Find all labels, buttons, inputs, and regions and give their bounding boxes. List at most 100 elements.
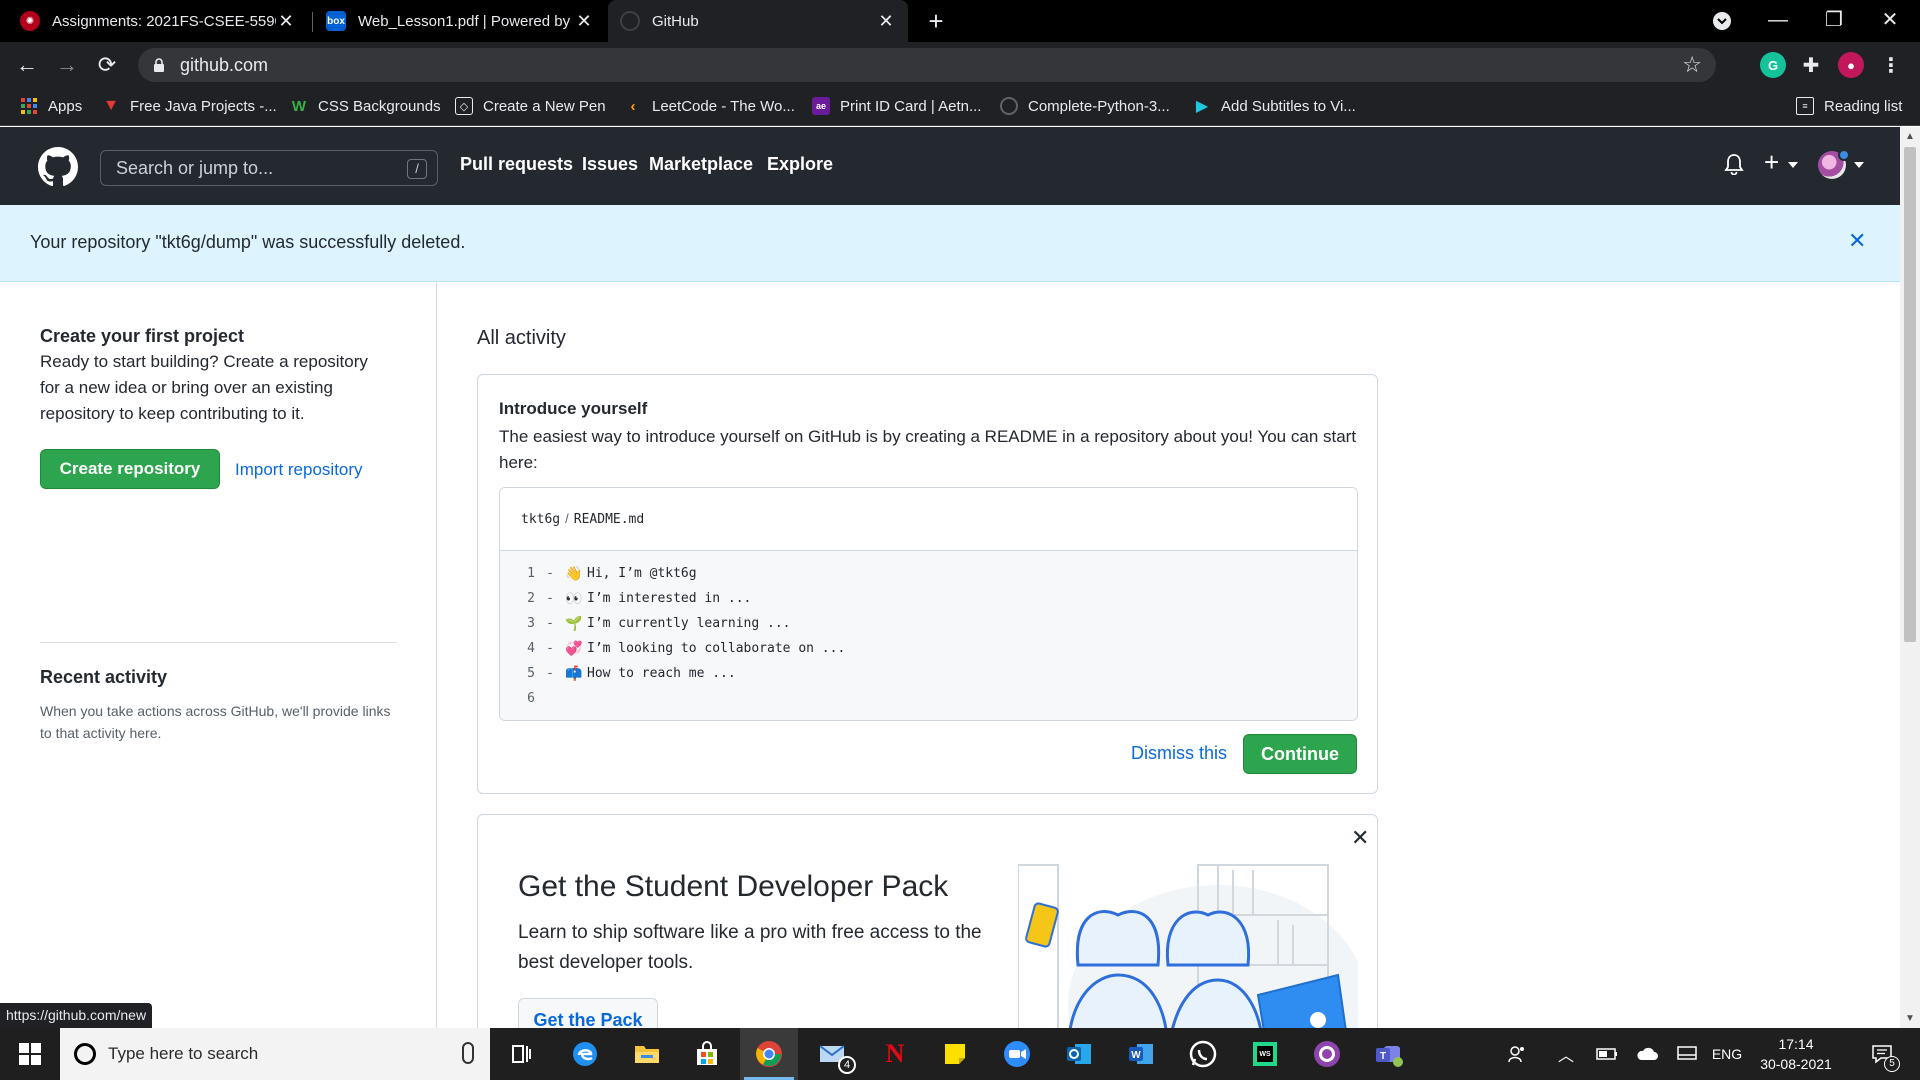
get-the-pack-button[interactable]: Get the Pack: [518, 998, 658, 1028]
readme-line: 5- 📫 How to reach me ...: [527, 665, 736, 682]
reload-icon[interactable]: ⟳: [92, 50, 122, 80]
word-icon[interactable]: W: [1112, 1028, 1170, 1080]
netflix-icon[interactable]: N: [866, 1028, 924, 1080]
readme-line: 4- 💞 I’m looking to collaborate on ...: [527, 640, 846, 657]
close-tab-icon[interactable]: ✕: [574, 11, 594, 32]
mail-icon[interactable]: 4: [804, 1028, 862, 1080]
github-search-input[interactable]: [101, 151, 437, 185]
task-view-icon[interactable]: [492, 1028, 550, 1080]
continue-button[interactable]: Continue: [1243, 734, 1357, 774]
nav-pull-requests[interactable]: Pull requests: [460, 154, 573, 175]
scroll-down-arrow-icon[interactable]: ▼: [1900, 1013, 1920, 1024]
flash-banner: Your repository "tkt6g/dump" was success…: [0, 205, 1900, 282]
student-pack-title: Get the Student Developer Pack: [518, 870, 949, 903]
teams-icon[interactable]: T: [1360, 1028, 1418, 1080]
profile-avatar-icon[interactable]: ●: [1838, 52, 1864, 78]
notification-center-icon[interactable]: 5: [1862, 1028, 1902, 1080]
feed-title: All activity: [477, 327, 566, 349]
edge-icon[interactable]: [556, 1028, 614, 1080]
microphone-icon[interactable]: [462, 1042, 474, 1064]
introduce-yourself-text: The easiest way to introduce yourself on…: [499, 427, 1357, 472]
network-display-icon[interactable]: [1672, 1028, 1702, 1080]
create-repository-button[interactable]: Create repository: [40, 449, 220, 489]
file-explorer-icon[interactable]: [618, 1028, 676, 1080]
introduce-yourself-card: Introduce yourself The easiest way to in…: [477, 374, 1378, 794]
readme-preview: tkt6g / README.md 1- 👋 Hi, I’m @tkt6g 2- 👀 I’m…: [499, 487, 1358, 721]
chrome-taskbar-icon[interactable]: [740, 1028, 798, 1080]
restore-icon[interactable]: ❐: [1806, 0, 1862, 42]
bookmark-apps[interactable]: Apps: [20, 88, 82, 124]
github-desktop-icon[interactable]: [1298, 1028, 1356, 1080]
bookmark-leetcode[interactable]: ‹ LeetCode - The Wo...: [624, 88, 795, 124]
taskbar-search[interactable]: [60, 1028, 490, 1080]
hearts-emoji-icon: 💞: [565, 640, 583, 657]
language-indicator[interactable]: ENG: [1708, 1028, 1746, 1080]
reading-list-button[interactable]: ≡ Reading list: [1796, 88, 1902, 124]
chrome-menu-icon[interactable]: ⋮: [1878, 52, 1904, 78]
people-icon[interactable]: [1502, 1028, 1532, 1080]
onedrive-cloud-icon[interactable]: [1632, 1028, 1662, 1080]
readme-repo-owner[interactable]: tkt6g: [521, 512, 560, 527]
bookmark-complete-python[interactable]: Complete-Python-3...: [1000, 88, 1170, 124]
create-dropdown-caret-icon[interactable]: [1788, 162, 1798, 168]
create-new-plus-icon[interactable]: +: [1764, 147, 1779, 178]
close-tab-icon[interactable]: ✕: [276, 11, 296, 32]
nav-issues[interactable]: Issues: [582, 154, 638, 175]
scrollbar-thumb[interactable]: [1904, 147, 1916, 642]
github-search[interactable]: /: [100, 150, 438, 186]
windows-start-icon[interactable]: [0, 1028, 60, 1080]
cortana-circle-icon: [74, 1043, 96, 1065]
back-icon[interactable]: ←: [12, 50, 42, 80]
bookmark-free-java-projects[interactable]: ▼ Free Java Projects -...: [102, 88, 277, 124]
lock-icon: [154, 58, 164, 72]
page-scrollbar[interactable]: ▲ ▼: [1900, 127, 1920, 1028]
eyes-emoji-icon: 👀: [565, 590, 583, 607]
scroll-up-arrow-icon[interactable]: ▲: [1900, 131, 1920, 142]
tab-assignments[interactable]: ✺ Assignments: 2021FS-CSEE-5590 ✕: [8, 0, 308, 42]
dismiss-this-link[interactable]: Dismiss this: [1131, 743, 1227, 764]
reading-list-icon: ≡: [1796, 97, 1814, 115]
tray-chevron-up-icon[interactable]: ︿: [1552, 1028, 1580, 1080]
close-tab-icon[interactable]: ✕: [876, 11, 896, 32]
whatsapp-icon[interactable]: [1174, 1028, 1232, 1080]
wave-emoji-icon: 👋: [565, 565, 583, 582]
taskbar-clock[interactable]: 17:14 30-08-2021: [1748, 1034, 1844, 1074]
forward-icon[interactable]: →: [52, 50, 82, 80]
grammarly-icon[interactable]: G: [1760, 52, 1786, 78]
introduce-yourself-title: Introduce yourself: [499, 399, 648, 418]
minimize-icon[interactable]: —: [1750, 0, 1806, 42]
bookmark-codepen[interactable]: ◇ Create a New Pen: [455, 88, 606, 124]
create-project-heading: Create your first project: [40, 326, 245, 346]
bookmark-star-icon[interactable]: ☆: [1682, 52, 1702, 78]
tab-github[interactable]: GitHub ✕: [608, 0, 908, 42]
nav-explore[interactable]: Explore: [767, 154, 833, 175]
taskbar-search-input[interactable]: [108, 1044, 438, 1064]
microsoft-store-icon[interactable]: [678, 1028, 736, 1080]
sticky-notes-icon[interactable]: [926, 1028, 984, 1080]
nav-marketplace[interactable]: Marketplace: [649, 154, 753, 175]
github-logo-icon[interactable]: [38, 147, 78, 187]
tab-web-lesson[interactable]: box Web_Lesson1.pdf | Powered by B ✕: [314, 0, 606, 42]
recent-activity-text: When you take actions across GitHub, we'…: [40, 703, 391, 741]
close-window-icon[interactable]: ✕: [1862, 0, 1918, 42]
search-shortcut-key: /: [407, 159, 427, 179]
github-favicon: [620, 11, 640, 31]
address-bar[interactable]: github.com ☆: [138, 48, 1716, 82]
sidebar-divider: [40, 642, 397, 643]
bookmark-css-backgrounds[interactable]: W CSS Backgrounds: [290, 88, 441, 124]
avatar-dropdown-caret-icon[interactable]: [1854, 162, 1864, 168]
zoom-icon[interactable]: [988, 1028, 1046, 1080]
extensions-puzzle-icon[interactable]: ✚: [1798, 52, 1824, 78]
bookmark-add-subtitles[interactable]: ▶ Add Subtitles to Vi...: [1193, 88, 1356, 124]
import-repository-link[interactable]: Import repository: [235, 460, 363, 480]
new-tab-icon[interactable]: +: [922, 6, 950, 36]
bookmark-print-id-card[interactable]: ae Print ID Card | Aetn...: [812, 88, 981, 124]
recent-activity-heading: Recent activity: [40, 667, 168, 687]
clock-time: 17:14: [1778, 1036, 1814, 1052]
outlook-icon[interactable]: [1050, 1028, 1108, 1080]
notifications-bell-icon[interactable]: [1724, 153, 1744, 175]
battery-icon[interactable]: [1592, 1028, 1622, 1080]
flash-close-icon[interactable]: ✕: [1848, 228, 1866, 254]
webstorm-icon[interactable]: WS: [1236, 1028, 1294, 1080]
tab-search-icon[interactable]: [1694, 0, 1750, 42]
